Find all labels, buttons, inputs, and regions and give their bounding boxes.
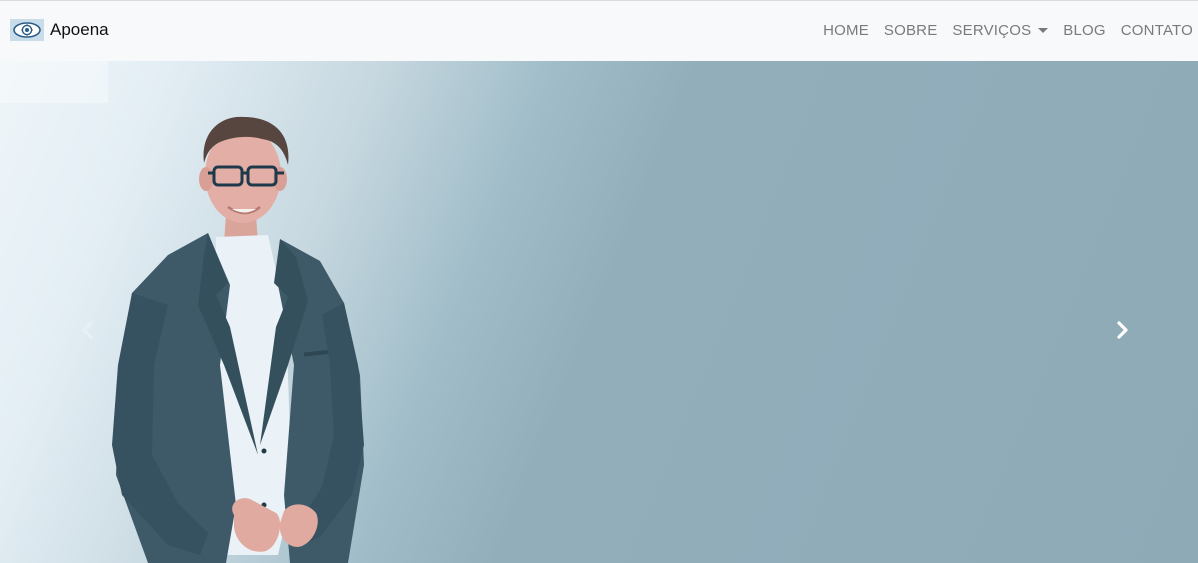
nav-menu: HOME SOBRE SERVIÇOS BLOG CONTATO: [823, 22, 1193, 39]
nav-dropdown-servicos-label: SERVIÇOS: [952, 22, 1032, 39]
chevron-left-icon: [82, 321, 93, 339]
carousel-prev-button[interactable]: [75, 318, 99, 342]
brand-link[interactable]: Apoena: [10, 19, 109, 41]
chevron-right-icon: [1117, 321, 1128, 339]
nav-dropdown-servicos[interactable]: SERVIÇOS: [952, 22, 1049, 39]
nav-link-contato[interactable]: CONTATO: [1121, 22, 1193, 39]
nav-link-sobre[interactable]: SOBRE: [884, 22, 938, 39]
eye-gear-icon: [10, 19, 44, 41]
hero-glare: [0, 61, 108, 103]
nav-link-blog[interactable]: BLOG: [1063, 22, 1105, 39]
brand-name: Apoena: [50, 20, 109, 39]
carousel-next-button[interactable]: [1111, 318, 1135, 342]
caret-down-icon: [1038, 28, 1049, 33]
navbar: Apoena HOME SOBRE SERVIÇOS BLOG CONTATO: [0, 0, 1198, 61]
hero-portrait-image: [112, 116, 364, 563]
hero-carousel: [0, 61, 1198, 563]
nav-link-home[interactable]: HOME: [823, 22, 869, 39]
